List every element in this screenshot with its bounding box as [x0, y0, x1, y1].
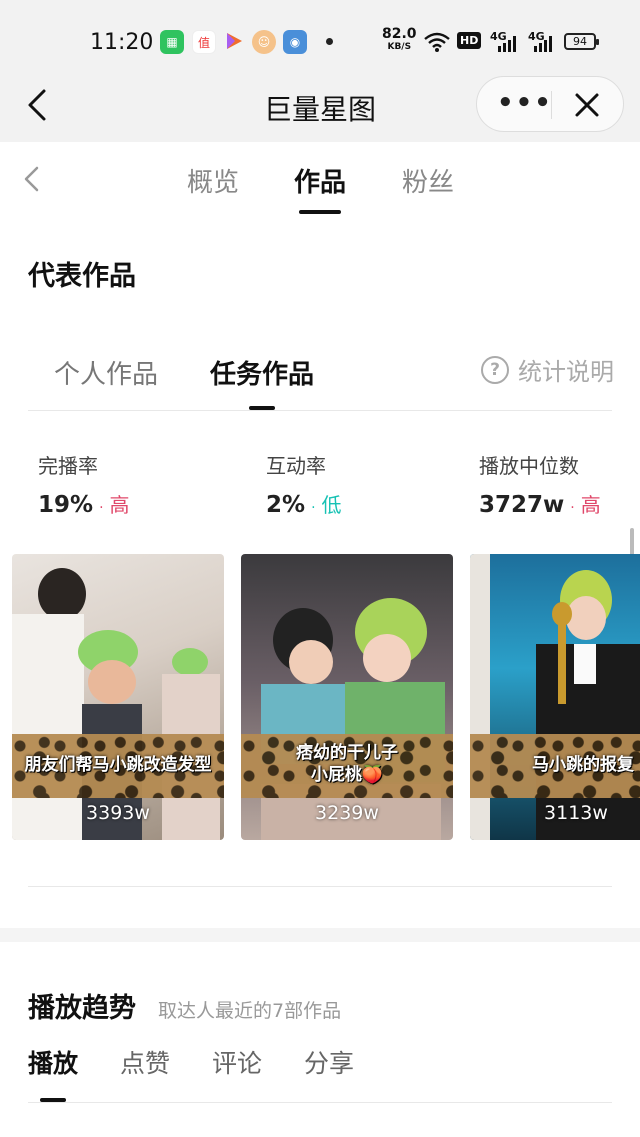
video-caption: 马小跳的报复	[532, 755, 634, 775]
tab-comments[interactable]: 评论	[212, 1044, 262, 1080]
chevron-left-icon[interactable]	[20, 162, 42, 196]
help-circle-icon: ?	[481, 355, 509, 384]
divider	[28, 1102, 612, 1103]
metric-dot: ·	[311, 500, 316, 516]
video-play-icon	[222, 30, 246, 54]
hd-icon: HD	[457, 32, 482, 49]
video-views: 3239w	[315, 802, 379, 824]
tab-overview[interactable]: 概览	[187, 162, 239, 199]
video-caption-line: 痞幼的干儿子	[296, 743, 398, 763]
section-title: 代表作品	[28, 261, 136, 292]
metric-value: 3727w	[479, 492, 565, 518]
metric-median-plays: 播放中位数 3727w · 高	[479, 450, 601, 518]
speed-value: 82.0	[382, 26, 417, 42]
trend-subtitle: 取达人最近的7部作品	[158, 1000, 342, 1022]
top-tabs: 概览 作品 粉丝	[0, 142, 640, 216]
metric-interaction-rate: 互动率 2% · 低	[266, 450, 342, 518]
video-card[interactable]: 朋友们帮马小跳改造发型 3393w	[12, 554, 224, 840]
network-speed: 82.0 KB/S	[382, 26, 417, 54]
active-tab-indicator	[299, 210, 341, 214]
metric-dot: ·	[570, 500, 575, 516]
metric-value: 2%	[266, 492, 306, 518]
video-caption: 朋友们帮马小跳改造发型	[24, 755, 212, 775]
more-dot-icon	[326, 38, 333, 45]
divider	[28, 410, 612, 411]
section-gap	[0, 928, 640, 942]
video-caption-line: 小屁桃🍑	[310, 765, 384, 785]
tab-shares[interactable]: 分享	[304, 1044, 354, 1080]
metric-value: 19%	[38, 492, 94, 518]
metric-label: 互动率	[266, 454, 326, 478]
close-icon[interactable]	[569, 87, 605, 123]
subtab-personal-works[interactable]: 个人作品	[54, 354, 158, 391]
tab-fans[interactable]: 粉丝	[402, 162, 454, 199]
video-views: 3393w	[86, 802, 150, 824]
title-bar: 巨量星图 •••	[0, 72, 640, 142]
tab-likes[interactable]: 点赞	[120, 1044, 170, 1080]
help-label: 统计说明	[518, 358, 614, 386]
divider	[28, 886, 612, 887]
status-bar: 11:20 ▦ 值 ☺ ◉ 82.0 KB/S HD 4G 4G 94	[0, 0, 640, 72]
metric-level: 高	[580, 493, 601, 517]
metric-completion-rate: 完播率 19% · 高	[38, 450, 130, 518]
metric-dot: ·	[99, 500, 104, 516]
tab-plays[interactable]: 播放	[28, 1044, 78, 1080]
avatar-app-icon: ☺	[252, 30, 276, 54]
mini-program-capsule: •••	[476, 76, 624, 132]
main-content: 概览 作品 粉丝 代表作品 个人作品 任务作品 ? 统计说明 完播率 19% ·…	[0, 142, 640, 1137]
trend-title: 播放趋势	[28, 993, 136, 1024]
wifi-icon	[424, 32, 450, 56]
metric-label: 完播率	[38, 454, 98, 478]
subtab-task-works[interactable]: 任务作品	[210, 354, 314, 391]
game-app-icon: ◉	[283, 30, 307, 54]
battery-icon: 94	[564, 33, 599, 50]
speed-unit: KB/S	[387, 42, 412, 52]
status-time: 11:20	[90, 30, 154, 55]
stats-help-link[interactable]: ? 统计说明	[481, 352, 614, 387]
metric-label: 播放中位数	[479, 454, 579, 478]
video-views: 3113w	[544, 802, 608, 824]
more-button[interactable]: •••	[497, 77, 551, 133]
tab-works[interactable]: 作品	[294, 162, 346, 199]
capsule-divider	[551, 91, 552, 119]
video-card[interactable]: 痞幼的干儿子 小屁桃🍑 3239w	[241, 554, 453, 840]
video-card[interactable]: 马小跳的报复 3113w	[470, 554, 640, 840]
video-caption: 痞幼的干儿子 小屁桃🍑	[241, 742, 453, 786]
metric-level: 高	[109, 493, 130, 517]
signal-icon	[532, 36, 554, 56]
app-green-icon: ▦	[160, 30, 184, 54]
metric-level: 低	[321, 493, 342, 517]
app-red-icon: 值	[192, 30, 216, 54]
signal-icon	[496, 36, 518, 56]
